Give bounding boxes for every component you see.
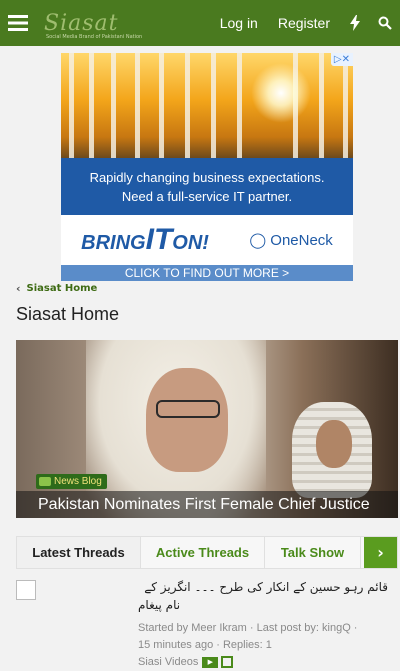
thread-checkbox[interactable]: [16, 580, 36, 600]
thread-meta-line-1: Started by Meer Ikram · Last post by: ki…: [138, 622, 358, 634]
news-blog-label: News Blog: [54, 476, 102, 487]
menu-button[interactable]: [0, 0, 36, 46]
login-link[interactable]: Log in: [210, 15, 268, 31]
news-blog-icon: [39, 477, 51, 486]
bolt-icon[interactable]: [340, 0, 370, 46]
logo-text: Siasat: [44, 10, 119, 36]
breadcrumb[interactable]: ‹ Siasat Home: [16, 282, 97, 295]
hero-caption[interactable]: Pakistan Nominates First Female Chief Ju…: [16, 491, 398, 518]
ad-brand-left: BRING: [81, 232, 146, 254]
ad-partner: ◯ OneNeck: [249, 231, 333, 249]
thread-forum[interactable]: Siasi Videos ▶: [138, 656, 234, 668]
site-logo[interactable]: Siasat Social Media Brand of Pakistani N…: [36, 0, 146, 46]
ad-cta-button[interactable]: CLICK TO FIND OUT MORE >: [61, 265, 353, 281]
page-title: Siasat Home: [16, 304, 120, 324]
oneneck-icon: ◯: [249, 232, 267, 249]
featured-news-image[interactable]: News Blog Pakistan Nominates First Femal…: [16, 340, 398, 518]
tab-active-threads[interactable]: Active Threads: [141, 537, 265, 568]
news-blog-badge: News Blog: [36, 474, 107, 489]
video-icon: ▶: [202, 656, 219, 668]
thread-title-line-1: قائم رہو حسین کے انکار کی طرح ۔۔۔ انگریز…: [144, 580, 388, 594]
forum-label[interactable]: Siasi Videos: [138, 656, 198, 668]
thread-title-line-2: نام پیغام: [138, 598, 181, 612]
ad-close-icon[interactable]: ▷✕: [330, 53, 353, 66]
ad-brand: BRINGITON!: [81, 223, 209, 257]
top-nav-bar: Siasat Social Media Brand of Pakistani N…: [0, 0, 400, 46]
thread-meta-line-2: 15 minutes ago · Replies: 1: [138, 639, 272, 651]
thread-tabs: Latest Threads Active Threads Talk Show …: [16, 536, 398, 569]
ad-line-1: Rapidly changing business expectations.: [89, 170, 325, 185]
tab-talk-show[interactable]: Talk Show: [265, 537, 361, 568]
ad-line-2: Need a full-service IT partner.: [121, 189, 293, 204]
list-item[interactable]: قائم رہو حسین کے انکار کی طرح ۔۔۔ انگریز…: [16, 576, 398, 671]
nav-right: Log in Register: [210, 0, 400, 46]
ad-brand-row: BRINGITON! ◯ OneNeck: [61, 215, 353, 265]
ad-message: Rapidly changing business expectations. …: [61, 158, 353, 215]
page: Siasat Social Media Brand of Pakistani N…: [0, 0, 400, 671]
external-link-icon[interactable]: [221, 656, 234, 668]
logo-tagline: Social Media Brand of Pakistani Nation: [46, 34, 143, 40]
search-icon[interactable]: [370, 0, 400, 46]
advertisement[interactable]: ▷✕ Rapidly changing business expectation…: [61, 53, 353, 281]
thread-meta: Started by Meer Ikram · Last post by: ki…: [138, 620, 393, 654]
tab-latest-threads[interactable]: Latest Threads: [17, 537, 141, 568]
ad-partner-name: OneNeck: [270, 232, 333, 249]
breadcrumb-link[interactable]: Siasat Home: [27, 283, 98, 294]
register-link[interactable]: Register: [268, 15, 340, 31]
ad-photo: [61, 53, 353, 158]
hamburger-icon: [8, 15, 28, 31]
ad-brand-right: ON!: [172, 232, 209, 254]
chevron-left-icon: ‹: [16, 282, 21, 295]
thread-title[interactable]: قائم رہو حسین کے انکار کی طرح ۔۔۔ انگریز…: [138, 578, 388, 614]
chevron-right-icon[interactable]: ›: [364, 537, 397, 568]
ad-brand-big: IT: [145, 223, 173, 256]
